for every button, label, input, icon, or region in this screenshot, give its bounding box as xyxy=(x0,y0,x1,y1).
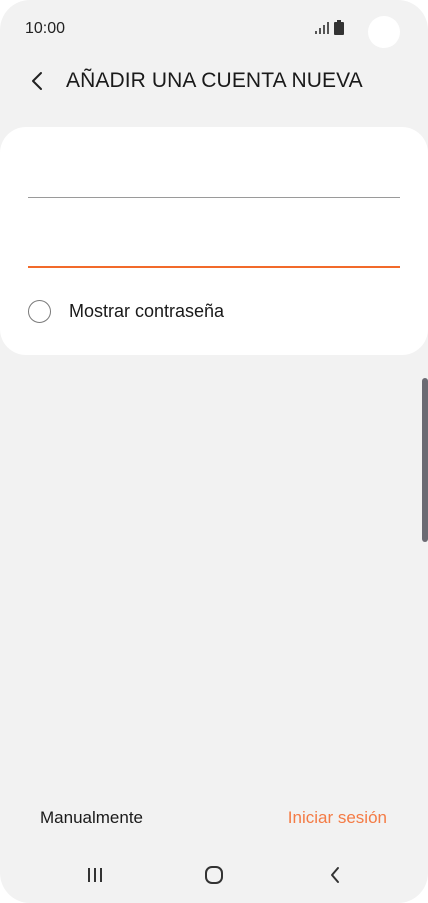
app-header: AÑADIR UNA CUENTA NUEVA xyxy=(0,58,428,104)
signal-icon xyxy=(315,22,329,34)
home-icon xyxy=(205,866,223,884)
show-password-checkbox[interactable] xyxy=(28,299,51,323)
battery-icon xyxy=(334,20,344,35)
password-field[interactable] xyxy=(28,218,400,268)
email-field[interactable] xyxy=(28,149,400,198)
status-time: 10:00 xyxy=(25,20,66,37)
bottom-actions: Manualmente Iniciar sesión xyxy=(0,800,428,836)
chevron-left-icon xyxy=(32,72,42,90)
home-button[interactable] xyxy=(194,860,234,890)
phone-screen: 10:00 AÑADIR UNA CUENTA NUEVA Mostrar co… xyxy=(0,0,428,903)
sign-in-button[interactable]: Iniciar sesión xyxy=(288,808,387,828)
show-password-label: Mostrar contraseña xyxy=(69,300,225,321)
navigation-bar xyxy=(0,850,428,900)
camera-cutout xyxy=(368,16,400,48)
recent-apps-icon xyxy=(88,868,102,882)
recent-apps-button[interactable] xyxy=(75,860,115,890)
manual-setup-button[interactable]: Manualmente xyxy=(40,808,143,828)
nav-back-button[interactable] xyxy=(315,860,355,890)
page-title: AÑADIR UNA CUENTA NUEVA xyxy=(66,69,363,92)
show-password-toggle[interactable]: Mostrar contraseña xyxy=(28,297,328,325)
scrollbar[interactable] xyxy=(422,378,428,542)
status-bar: 10:00 xyxy=(0,0,428,56)
back-icon xyxy=(331,867,339,883)
back-button[interactable] xyxy=(22,66,52,96)
